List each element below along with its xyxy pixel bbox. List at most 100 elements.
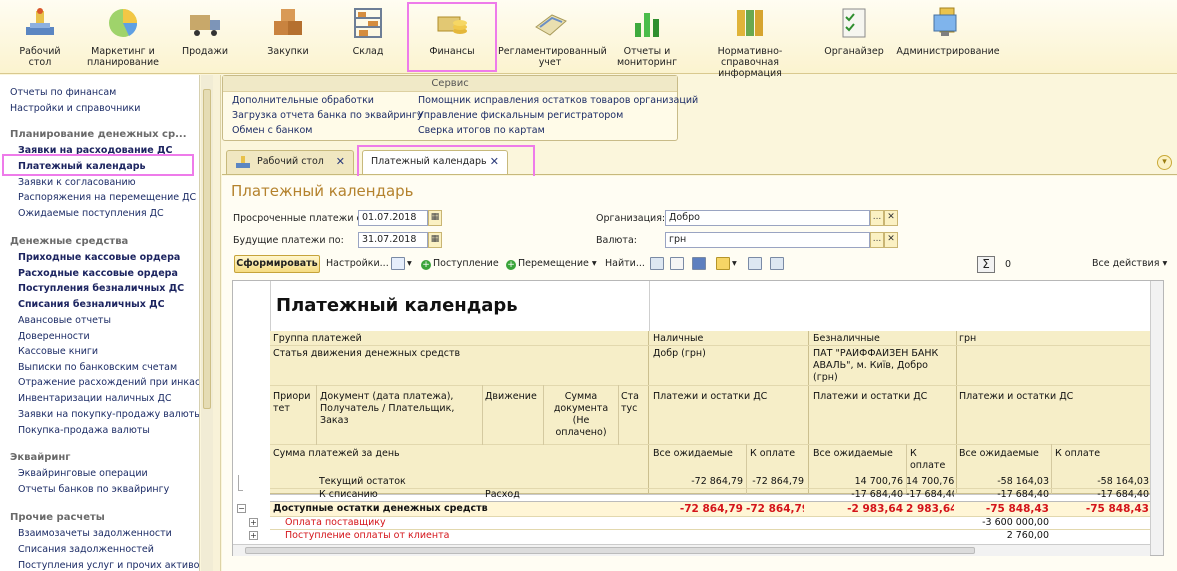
chevron-down-icon[interactable]: ▾ <box>1157 155 1172 170</box>
collapse-icon[interactable] <box>770 257 784 270</box>
save-icon[interactable] <box>692 257 706 270</box>
report-scroll-thumb[interactable] <box>245 547 975 554</box>
organization-field[interactable]: Добро <box>665 210 870 226</box>
nav-item-advance-reports[interactable]: Авансовые отчеты <box>18 315 111 326</box>
desktop-tab-icon <box>236 156 250 168</box>
nav-item-offsets[interactable]: Взаимозачеты задолженности <box>18 528 172 539</box>
nav-item-bank-statements[interactable]: Выписки по банковским счетам <box>18 362 177 373</box>
nav-item-collection-discrepancies[interactable]: Отражение расхождений при инкас... <box>18 377 199 388</box>
nav-item-noncash-writeoffs[interactable]: Списания безналичных ДС <box>18 299 165 310</box>
toolbar-item-purchases[interactable]: Закупки <box>262 2 314 72</box>
service-link-stock-assistant[interactable]: Помощник исправления остатков товаров ор… <box>418 95 698 106</box>
grid-line <box>618 385 619 445</box>
nav-link-finance-reports[interactable]: Отчеты по финансам <box>10 87 116 98</box>
nav-item-acquiring-operations[interactable]: Эквайринговые операции <box>18 468 148 479</box>
row-label: Поступление оплаты от клиента <box>285 530 450 541</box>
nav-highlight-outline <box>2 154 194 176</box>
mail-icon[interactable] <box>716 257 730 270</box>
sum-value: 0 <box>1005 259 1012 270</box>
nav-item-cash-inventory[interactable]: Инвентаризации наличных ДС <box>18 393 172 404</box>
row-label: Доступные остатки денежных средств <box>273 503 488 514</box>
group-header: Группа платежей <box>273 333 362 344</box>
print-icon[interactable] <box>650 257 664 270</box>
toolbar-item-finance[interactable]: Финансы <box>407 2 497 72</box>
nav-link-settings[interactable]: Настройки и справочники <box>10 103 140 114</box>
nav-item-transfer-orders[interactable]: Распоряжения на перемещение ДС <box>18 192 196 203</box>
toolbar-item-sales[interactable]: Продажи <box>176 2 234 72</box>
all-actions-menu[interactable]: Все действия ▾ <box>1092 258 1167 269</box>
cash-sub: Добр (грн) <box>653 348 706 359</box>
currency-field[interactable]: грн <box>665 232 870 248</box>
toolbar-item-reference[interactable]: Нормативно-справочная информация <box>690 2 810 79</box>
service-link-bank-exchange[interactable]: Обмен с банком <box>232 125 312 136</box>
col-status: Ста тус <box>621 391 639 414</box>
select-button[interactable]: ... <box>870 232 884 248</box>
toolbar-item-reports[interactable]: Отчеты и мониторинг <box>616 2 678 72</box>
tree-line <box>238 475 243 491</box>
toolbar-item-administration[interactable]: Администрирование <box>896 2 1000 72</box>
clear-icon[interactable]: ✕ <box>884 232 898 248</box>
select-button[interactable]: ... <box>870 210 884 226</box>
nav-item-service-receipts[interactable]: Поступления услуг и прочих активов <box>18 560 199 571</box>
variant-icon[interactable] <box>391 257 405 270</box>
nav-item-acquiring-reports[interactable]: Отчеты банков по эквайрингу <box>18 484 169 495</box>
nav-item-powers-of-attorney[interactable]: Доверенности <box>18 331 90 342</box>
cash-expected: Все ожидаемые <box>653 448 733 459</box>
report-vertical-scrollbar[interactable] <box>1150 281 1163 555</box>
row-value: -17 684,40 <box>906 489 954 500</box>
nav-scroll-thumb[interactable] <box>203 89 211 409</box>
generate-button[interactable]: Сформировать <box>234 255 320 273</box>
report-horizontal-scrollbar[interactable] <box>233 544 1150 556</box>
service-link-extra-processing[interactable]: Дополнительные обработки <box>232 95 374 106</box>
service-link-card-reconciliation[interactable]: Сверка итогов по картам <box>418 125 545 136</box>
chevron-down-icon[interactable]: ▾ <box>732 258 737 269</box>
header-block-uah <box>957 331 1152 494</box>
nav-item-currency-exchange[interactable]: Покупка-продажа валюты <box>18 425 150 436</box>
row-label: К списанию <box>319 489 378 500</box>
toolbar-item-label: Администрирование <box>896 46 1000 57</box>
service-link-fiscal-register[interactable]: Управление фискальным регистратором <box>418 110 623 121</box>
receipt-button[interactable]: + Поступление <box>421 258 499 270</box>
report-sheet[interactable]: Платежный календарь Группа платежей Нали… <box>232 280 1164 556</box>
calendar-icon[interactable]: ▦ <box>428 210 442 226</box>
nav-item-expected-receipts[interactable]: Ожидаемые поступления ДС <box>18 208 164 219</box>
sum-button[interactable]: Σ <box>977 256 995 273</box>
overdue-label: Просроченные платежи с: <box>233 213 365 224</box>
nav-item-noncash-receipts[interactable]: Поступления безналичных ДС <box>18 283 184 294</box>
panel-splitter[interactable] <box>213 75 221 571</box>
nav-item-currency-requests[interactable]: Заявки на покупку-продажу валюты <box>18 409 199 420</box>
find-button[interactable]: Найти... <box>605 258 645 269</box>
nav-item-cash-expenses[interactable]: Расходные кассовые ордера <box>18 268 178 279</box>
expand-row-icon[interactable]: + <box>249 531 258 540</box>
row-value: -17 684,40 <box>851 489 903 500</box>
service-link-acquiring-upload[interactable]: Загрузка отчета банка по эквайрингу <box>232 110 422 121</box>
tab-desktop[interactable]: Рабочий стол ✕ <box>226 150 354 174</box>
toolbar-item-marketing[interactable]: Маркетинг и планирование <box>86 2 160 72</box>
nav-scrollbar[interactable] <box>201 75 213 571</box>
toolbar-item-organizer[interactable]: Органайзер <box>824 2 884 72</box>
nav-item-cash-receipts[interactable]: Приходные кассовые ордера <box>18 252 180 263</box>
toolbar-item-desktop[interactable]: Рабочий стол <box>10 2 70 72</box>
calendar-icon[interactable]: ▦ <box>428 232 442 248</box>
expand-icon[interactable] <box>748 257 762 270</box>
settings-button[interactable]: Настройки... <box>326 258 389 269</box>
overdue-date-field[interactable]: 01.07.2018 <box>358 210 428 226</box>
nav-item-cash-books[interactable]: Кассовые книги <box>18 346 98 357</box>
service-caption: Сервис <box>223 76 677 92</box>
collapse-row-icon[interactable]: − <box>237 504 246 513</box>
transfer-button[interactable]: + Перемещение ▾ <box>506 258 597 270</box>
row-value: -58 164,03 <box>997 476 1049 487</box>
clear-icon[interactable]: ✕ <box>884 210 898 226</box>
nav-item-approval-requests[interactable]: Заявки к согласованию <box>18 177 136 188</box>
expand-row-icon[interactable]: + <box>249 518 258 527</box>
preview-icon[interactable] <box>670 257 684 270</box>
toolbar-item-accounting[interactable]: Регламентированный учет <box>498 2 607 72</box>
truck-icon <box>190 15 220 36</box>
grid-line <box>270 444 1152 445</box>
toolbar-item-warehouse[interactable]: Склад <box>342 2 394 72</box>
future-date-field[interactable]: 31.07.2018 <box>358 232 428 248</box>
grid-line <box>482 385 483 445</box>
close-tab-icon[interactable]: ✕ <box>336 151 345 173</box>
chevron-down-icon[interactable]: ▾ <box>407 258 412 269</box>
nav-item-debt-writeoffs[interactable]: Списания задолженностей <box>18 544 154 555</box>
